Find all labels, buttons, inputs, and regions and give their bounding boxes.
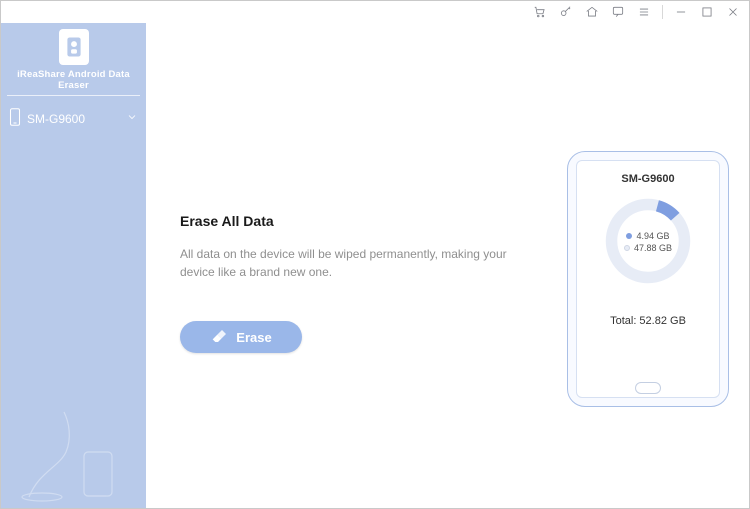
storage-total: Total: 52.82 GB xyxy=(610,315,686,327)
dot-used-icon xyxy=(626,233,632,239)
sidebar: iReaShare Android Data Eraser SM-G9600 xyxy=(1,23,146,508)
eraser-icon xyxy=(210,328,226,347)
key-icon[interactable] xyxy=(558,4,574,20)
device-card: SM-G9600 4.94 GB xyxy=(567,151,729,407)
app-window: iReaShare Android Data Eraser SM-G9600 xyxy=(0,0,750,509)
page-title: Erase All Data xyxy=(180,213,274,229)
erase-button[interactable]: Erase xyxy=(180,321,302,353)
legend-free-label: 47.88 GB xyxy=(634,243,672,253)
dot-free-icon xyxy=(624,245,630,251)
home-icon[interactable] xyxy=(584,4,600,20)
feedback-icon[interactable] xyxy=(610,4,626,20)
divider xyxy=(7,95,140,96)
sidebar-device-row[interactable]: SM-G9600 xyxy=(1,100,146,137)
titlebar xyxy=(1,1,749,23)
product-name: iReaShare Android Data Eraser xyxy=(1,69,146,91)
erase-button-label: Erase xyxy=(236,330,271,345)
phone-icon xyxy=(9,108,21,129)
minimize-icon[interactable] xyxy=(673,4,689,20)
device-screen: SM-G9600 4.94 GB xyxy=(576,160,720,398)
legend-used-label: 4.94 GB xyxy=(636,231,669,241)
cart-icon[interactable] xyxy=(532,4,548,20)
sidebar-illustration xyxy=(1,392,146,502)
logo-area: iReaShare Android Data Eraser xyxy=(1,23,146,100)
maximize-icon[interactable] xyxy=(699,4,715,20)
separator xyxy=(662,5,663,19)
chevron-down-icon xyxy=(126,111,138,126)
page-description: All data on the device will be wiped per… xyxy=(180,245,510,281)
menu-icon[interactable] xyxy=(636,4,652,20)
sidebar-device-label: SM-G9600 xyxy=(27,112,85,126)
main-panel: Erase All Data All data on the device wi… xyxy=(146,23,749,508)
body: iReaShare Android Data Eraser SM-G9600 xyxy=(1,23,749,508)
logo-icon xyxy=(59,29,89,65)
legend-used: 4.94 GB xyxy=(626,231,669,241)
device-card-label: SM-G9600 xyxy=(621,173,674,185)
close-icon[interactable] xyxy=(725,4,741,20)
storage-legend: 4.94 GB 47.88 GB xyxy=(600,231,696,253)
phone-home-button xyxy=(635,382,661,394)
legend-free: 47.88 GB xyxy=(624,243,672,253)
storage-donut: 4.94 GB 47.88 GB xyxy=(600,193,696,289)
